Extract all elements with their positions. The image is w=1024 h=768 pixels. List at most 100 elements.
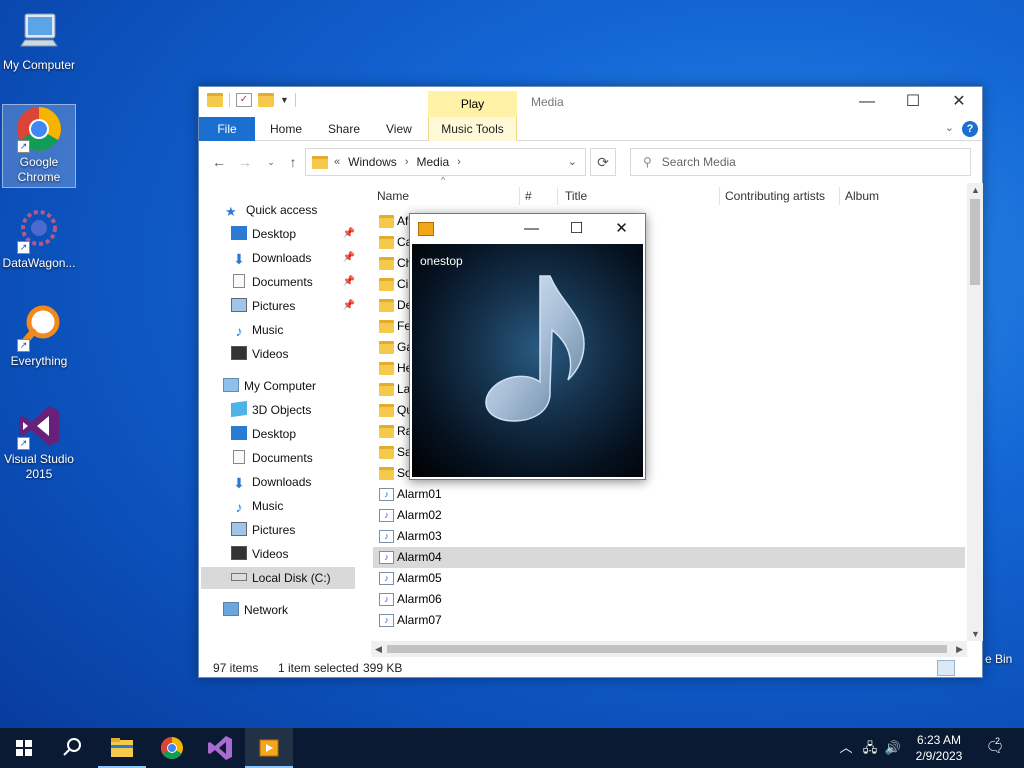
play-context-tab[interactable]: Play [428, 91, 517, 117]
recycle-bin-label[interactable]: e Bin [985, 652, 1012, 666]
column-contributing-artists[interactable]: Contributing artists [725, 183, 825, 209]
pin-icon[interactable]: 📌 [343, 247, 355, 269]
pin-icon[interactable]: 📌 [343, 295, 355, 317]
show-hidden-icons-button[interactable]: ︿ [836, 728, 856, 768]
nav-local-disk[interactable]: Local Disk (C:) [201, 567, 355, 589]
file-row[interactable]: ♪ Alarm04 [373, 547, 965, 568]
refresh-button[interactable]: ⟳ [590, 148, 616, 176]
scroll-up-icon[interactable]: ▲ [971, 185, 980, 195]
large-icons-view-icon[interactable] [959, 660, 977, 676]
nav-my-computer[interactable]: My Computer [223, 375, 379, 397]
player-minimize-button[interactable]: — [509, 214, 554, 244]
file-row[interactable]: ♪ Alarm05 [373, 568, 965, 589]
column-divider[interactable] [557, 187, 558, 205]
details-view-icon[interactable] [937, 660, 955, 676]
breadcrumb-windows[interactable]: Windows [348, 155, 397, 169]
network-icon[interactable]: 🖧 [860, 728, 880, 768]
nav-quick-documents[interactable]: Documents 📌 [231, 271, 355, 293]
scroll-left-icon[interactable]: ◀ [375, 644, 382, 655]
taskbar-media-player[interactable] [245, 728, 293, 768]
file-row[interactable]: ♪ Alarm02 [373, 505, 965, 526]
scroll-right-icon[interactable]: ▶ [956, 644, 963, 655]
search-button[interactable] [48, 728, 96, 768]
nav-pc-pictures[interactable]: Pictures [231, 519, 355, 541]
back-button[interactable]: ← [209, 151, 229, 173]
tab-share[interactable]: Share [318, 117, 370, 141]
recent-locations-button[interactable]: ⌄ [261, 151, 281, 173]
nav-quick-videos[interactable]: Videos [231, 343, 355, 365]
nav-quick-desktop[interactable]: Desktop 📌 [231, 223, 355, 245]
new-folder-icon[interactable] [258, 93, 274, 107]
nav-pc-downloads[interactable]: ⬇ Downloads [231, 471, 355, 493]
player-title-bar[interactable]: — ☐ ✕ [410, 214, 645, 244]
maximize-button[interactable]: ☐ [890, 87, 936, 117]
file-row[interactable]: ♪ Alarm07 [373, 610, 965, 631]
nav-quick-pictures[interactable]: Pictures 📌 [231, 295, 355, 317]
address-overflow[interactable]: « [334, 156, 340, 168]
nav-3d-objects[interactable]: 3D Objects [231, 399, 355, 421]
address-dropdown-icon[interactable]: ⌄ [568, 155, 577, 168]
navigation-pane[interactable]: ★ Quick access Desktop 📌 ⬇ Downloads 📌 Doc… [199, 183, 371, 627]
column-divider[interactable] [519, 187, 520, 205]
nav-quick-downloads[interactable]: ⬇ Downloads 📌 [231, 247, 355, 269]
player-maximize-button[interactable]: ☐ [554, 214, 599, 244]
taskbar-chrome[interactable] [148, 728, 196, 768]
column-album[interactable]: Album [845, 183, 879, 209]
media-player-window[interactable]: — ☐ ✕ onestop [409, 213, 646, 480]
player-close-button[interactable]: ✕ [599, 214, 644, 244]
properties-icon[interactable]: ✓ [236, 93, 252, 107]
help-icon[interactable]: ? [962, 121, 978, 137]
volume-icon[interactable]: 🔊 [882, 728, 904, 768]
scroll-down-icon[interactable]: ▼ [971, 629, 980, 639]
pin-icon[interactable]: 📌 [343, 271, 355, 293]
start-button[interactable] [0, 728, 48, 768]
chevron-right-icon[interactable]: › [457, 156, 461, 168]
chevron-right-icon[interactable]: › [405, 156, 409, 168]
nav-pc-videos[interactable]: Videos [231, 543, 355, 565]
column-title[interactable]: Title [565, 183, 587, 209]
system-clock[interactable]: 6:23 AM 2/9/2023 [908, 732, 970, 764]
vertical-scrollbar[interactable]: ▲ ▼ [967, 183, 983, 641]
nav-pc-music[interactable]: ♪ Music [231, 495, 355, 517]
search-input[interactable]: ⚲ Search Media [630, 148, 971, 176]
title-bar[interactable]: ✓ ▼ Play Media — ☐ ✕ [199, 87, 982, 117]
tab-view[interactable]: View [376, 117, 422, 141]
breadcrumb-media[interactable]: Media [416, 155, 449, 169]
customize-toolbar-icon[interactable]: ▼ [280, 95, 289, 105]
column-divider[interactable] [719, 187, 720, 205]
tab-music-tools[interactable]: Music Tools [428, 117, 517, 141]
column-divider[interactable] [839, 187, 840, 205]
desktop-icon-everything[interactable]: ↗ Everything [2, 304, 76, 369]
notification-center-button[interactable]: 🗨 2 [980, 728, 1010, 768]
forward-button[interactable]: → [235, 151, 255, 173]
taskbar-visual-studio[interactable] [196, 728, 244, 768]
file-row[interactable]: ♪ Alarm06 [373, 589, 965, 610]
address-field[interactable]: « Windows › Media › ⌄ [305, 148, 586, 176]
nav-pc-documents[interactable]: Documents [231, 447, 355, 469]
nav-quick-music[interactable]: ♪ Music [231, 319, 355, 341]
column-number[interactable]: # [525, 183, 532, 209]
pin-icon[interactable]: 📌 [343, 223, 355, 245]
file-row[interactable]: ♪ Alarm01 [373, 484, 965, 505]
tab-file[interactable]: File [199, 117, 255, 141]
close-button[interactable]: ✕ [936, 87, 982, 117]
tab-home[interactable]: Home [260, 117, 312, 141]
player-visualization[interactable]: onestop [412, 244, 643, 477]
file-row[interactable]: ♪ Alarm03 [373, 526, 965, 547]
desktop-icon-visual-studio[interactable]: ↗ Visual Studio 2015 [2, 402, 76, 482]
folder-icon[interactable] [207, 93, 223, 107]
minimize-button[interactable]: — [844, 87, 890, 117]
chevron-down-icon[interactable]: ⌄ [945, 121, 954, 134]
up-button[interactable]: ↑ [283, 151, 303, 173]
desktop-icon-google-chrome[interactable]: ↗ Google Chrome [2, 104, 76, 188]
nav-pc-desktop[interactable]: Desktop [231, 423, 355, 445]
desktop-icon-datawagon[interactable]: ↗ DataWagon... [2, 206, 76, 271]
desktop-icon-my-computer[interactable]: My Computer [2, 8, 76, 73]
column-name[interactable]: Name [377, 183, 409, 209]
nav-quick-access[interactable]: ★ Quick access [225, 199, 381, 221]
taskbar-file-explorer[interactable] [98, 728, 146, 768]
nav-network[interactable]: Network [223, 599, 379, 621]
horizontal-scrollbar[interactable]: ◀ ▶ [371, 641, 967, 657]
scroll-thumb[interactable] [970, 199, 980, 285]
scroll-thumb[interactable] [387, 645, 947, 653]
